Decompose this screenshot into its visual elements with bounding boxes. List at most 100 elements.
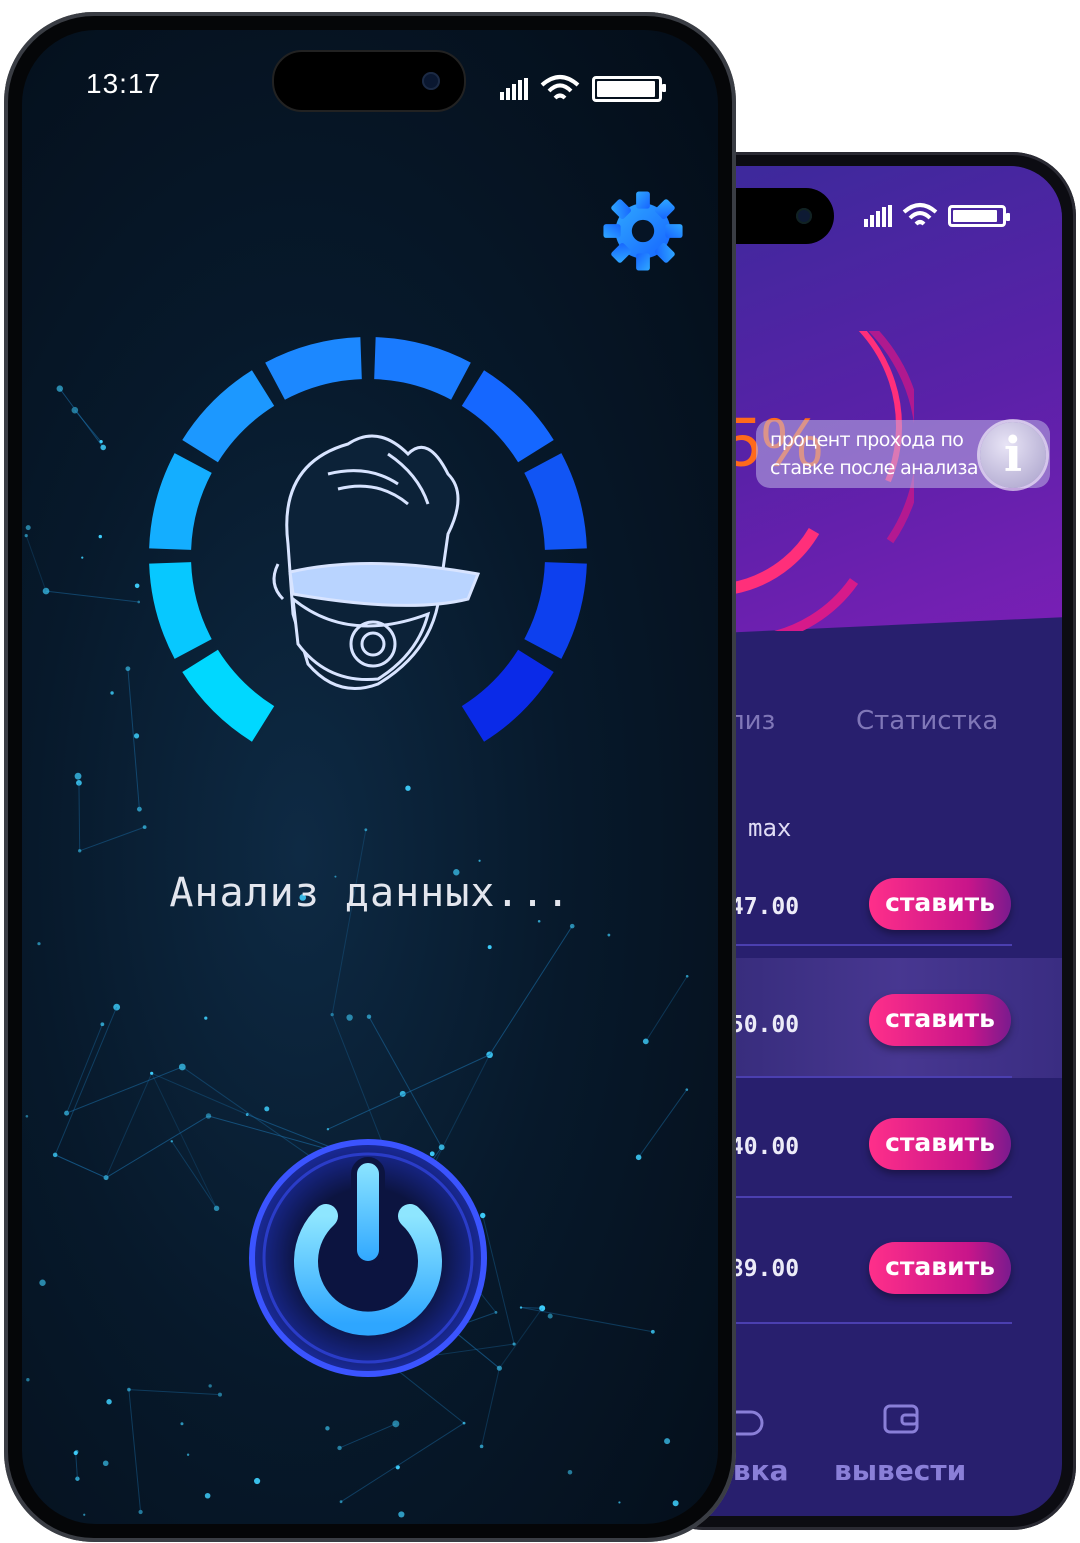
- network-node: [339, 1500, 343, 1504]
- network-line: [78, 782, 81, 851]
- divider: [734, 944, 1012, 946]
- network-node: [337, 1445, 342, 1451]
- progress-ring: [149, 337, 587, 742]
- network-line: [645, 975, 688, 1042]
- network-node: [253, 1477, 261, 1485]
- network-node: [42, 587, 50, 595]
- network-node: [83, 1513, 86, 1516]
- network-line: [489, 925, 573, 1056]
- network-line: [54, 1154, 107, 1179]
- ring-segment: [461, 370, 554, 463]
- ring-segment: [524, 453, 587, 551]
- network-node: [56, 385, 63, 392]
- network-node: [264, 1106, 270, 1112]
- network-node: [77, 849, 82, 853]
- network-node: [52, 1152, 58, 1158]
- wifi-icon: [540, 75, 580, 100]
- divider: [734, 1196, 1012, 1198]
- network-node: [25, 1114, 29, 1118]
- network-node: [366, 1014, 372, 1019]
- network-line: [45, 590, 139, 603]
- network-line: [79, 826, 145, 852]
- status-time: 13:17: [86, 68, 162, 99]
- network-node: [73, 1450, 78, 1456]
- ring-segment: [373, 337, 471, 400]
- network-line: [127, 668, 140, 810]
- place-bet-button[interactable]: ставить: [869, 878, 1011, 930]
- network-node: [150, 1071, 154, 1075]
- info-icon[interactable]: i: [980, 422, 1046, 488]
- front-notch: [272, 50, 466, 112]
- network-node: [496, 1365, 502, 1371]
- network-node: [405, 785, 411, 791]
- network-node: [102, 1460, 109, 1467]
- network-node: [519, 1306, 523, 1309]
- network-node: [398, 1511, 405, 1518]
- front-phone: 13:17 Анализ данных...: [4, 12, 736, 1542]
- network-node: [512, 1342, 516, 1346]
- network-line: [66, 1066, 183, 1114]
- network-line: [75, 1452, 78, 1479]
- network-node: [618, 1501, 621, 1504]
- network-node: [127, 1387, 131, 1392]
- network-node: [178, 1063, 186, 1071]
- network-node: [113, 1003, 121, 1011]
- masked-hacker-avatar: [272, 434, 481, 690]
- analysis-status-text: Анализ данных...: [169, 870, 571, 916]
- nav-withdraw[interactable]: вывести: [834, 1454, 966, 1487]
- battery-icon: [592, 76, 666, 102]
- network-node: [142, 825, 147, 830]
- network-node: [326, 1128, 330, 1131]
- power-icon[interactable]: [246, 1136, 490, 1380]
- place-bet-button[interactable]: ставить: [869, 1242, 1011, 1294]
- ring-segment: [149, 561, 212, 659]
- network-node: [635, 1154, 642, 1161]
- network-line: [128, 1389, 220, 1396]
- front-phone-screen: 13:17 Анализ данных...: [22, 30, 718, 1524]
- battery-icon: [948, 205, 1010, 227]
- camera-icon: [796, 208, 812, 224]
- network-node: [607, 933, 611, 937]
- network-node: [106, 1399, 112, 1405]
- ring-segment: [182, 370, 275, 463]
- network-line: [339, 1423, 397, 1449]
- network-node: [26, 1377, 30, 1382]
- front-status-bar: [500, 74, 666, 104]
- place-bet-button[interactable]: ставить: [869, 1118, 1011, 1170]
- network-line: [171, 1140, 217, 1209]
- network-line: [498, 1307, 543, 1369]
- network-node: [110, 691, 114, 695]
- network-node: [325, 1426, 330, 1431]
- network-node: [537, 919, 541, 923]
- network-node: [650, 1329, 655, 1334]
- network-node: [664, 1438, 671, 1445]
- place-bet-button[interactable]: ставить: [869, 994, 1011, 1046]
- network-line: [105, 1115, 209, 1179]
- network-line: [66, 1024, 103, 1114]
- network-line: [25, 535, 47, 592]
- network-node: [478, 859, 481, 862]
- ring-segment: [461, 649, 554, 742]
- ring-segment: [524, 561, 587, 659]
- network-line: [638, 1089, 688, 1158]
- divider: [734, 1076, 1012, 1078]
- network-line: [340, 1422, 465, 1503]
- network-node: [479, 1444, 484, 1449]
- network-node: [547, 1313, 553, 1319]
- tab-statistics[interactable]: Статистка: [856, 706, 998, 736]
- network-line: [151, 1073, 218, 1209]
- network-node: [170, 1140, 173, 1143]
- network-node: [74, 772, 82, 780]
- network-node: [672, 1500, 679, 1507]
- gear-icon[interactable]: [600, 188, 686, 274]
- wallet-icon[interactable]: [882, 1400, 920, 1436]
- divider: [734, 1322, 1012, 1324]
- back-status-bar: [864, 202, 1010, 230]
- network-node: [186, 1453, 190, 1456]
- wifi-icon: [902, 203, 938, 226]
- network-node: [39, 1279, 46, 1286]
- network-node: [569, 923, 575, 929]
- signal-icon: [500, 78, 528, 100]
- ring-segment: [182, 649, 275, 742]
- network-node: [204, 1016, 208, 1020]
